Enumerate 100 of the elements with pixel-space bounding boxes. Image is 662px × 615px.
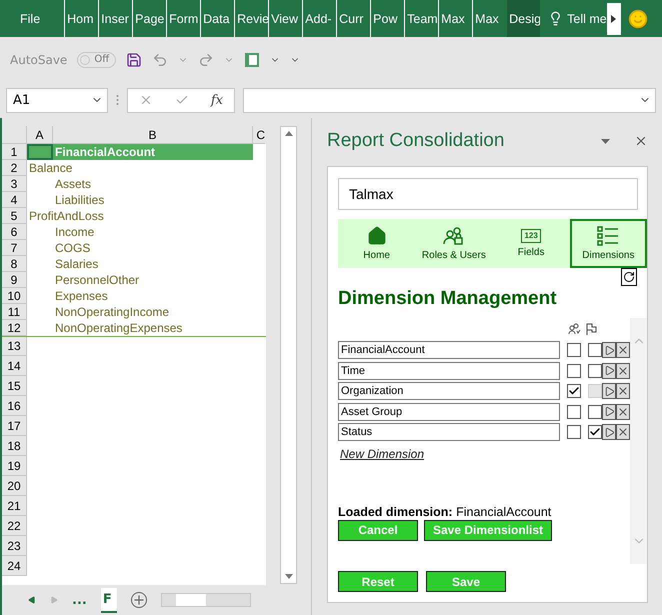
users-checkbox[interactable] xyxy=(567,404,581,419)
delete-button[interactable] xyxy=(616,424,630,440)
table-cell-text: ProfitAndLoss xyxy=(28,208,105,224)
new-dimension-link[interactable]: New Dimension xyxy=(340,446,424,460)
ribbon-tab[interactable]: Form xyxy=(166,0,200,37)
row-header[interactable]: 6 xyxy=(2,224,27,240)
dimension-name-field[interactable]: Organization xyxy=(338,382,560,400)
pane-title: Report Consolidation xyxy=(327,130,506,152)
ribbon-tab[interactable]: Team xyxy=(404,0,438,37)
ribbon-tab[interactable]: View xyxy=(268,0,302,37)
users-checkbox[interactable] xyxy=(567,364,581,378)
list-icon xyxy=(597,226,620,246)
row-header[interactable]: 19 xyxy=(2,456,27,476)
row-header[interactable]: 1 xyxy=(2,144,27,160)
caret-icon[interactable] xyxy=(601,138,610,144)
row-header[interactable]: 24 xyxy=(2,556,27,576)
column-header[interactable]: C xyxy=(253,126,265,144)
ribbon-tab[interactable]: Hom xyxy=(64,0,98,37)
row-header[interactable]: 8 xyxy=(2,256,27,272)
tenant-field[interactable]: Talmax xyxy=(338,178,638,210)
sheet-tab[interactable]: F xyxy=(100,588,117,612)
play-button[interactable] xyxy=(602,383,616,400)
close-icon xyxy=(617,364,629,377)
users-checkbox[interactable] xyxy=(567,425,581,440)
row-header[interactable]: 7 xyxy=(2,240,27,256)
close-icon[interactable] xyxy=(634,134,648,148)
play-button[interactable] xyxy=(602,342,616,358)
delete-button[interactable] xyxy=(616,404,630,420)
row-header[interactable]: 17 xyxy=(2,416,27,436)
section-heading: Dimension Management xyxy=(338,288,558,310)
row-header[interactable]: 2 xyxy=(2,160,27,176)
table-cell: FinancialAccount xyxy=(53,144,253,160)
book-icon[interactable] xyxy=(244,52,260,68)
tell-me-search[interactable]: Tell me xyxy=(567,12,607,26)
row-header[interactable]: 5 xyxy=(2,208,27,224)
delete-button[interactable] xyxy=(616,342,630,358)
play-icon xyxy=(604,386,614,397)
nav-tab[interactable]: Home xyxy=(338,219,416,268)
nav-tab[interactable]: Dimensions xyxy=(570,219,647,268)
previous-sheet-icon[interactable] xyxy=(28,596,36,604)
dimension-name-field[interactable]: Asset Group xyxy=(338,402,560,421)
row-header[interactable]: 9 xyxy=(2,272,27,288)
row-header[interactable]: 20 xyxy=(2,476,27,496)
flag-checkbox[interactable] xyxy=(588,404,602,419)
flag-checkbox[interactable] xyxy=(588,364,602,378)
row-header[interactable]: 12 xyxy=(2,320,27,336)
row-header[interactable]: 16 xyxy=(2,396,27,416)
ribbon-tab[interactable]: Inser xyxy=(98,0,132,37)
row-header[interactable]: 14 xyxy=(2,356,27,376)
formula-field[interactable] xyxy=(243,88,656,112)
delete-button[interactable] xyxy=(616,362,630,379)
add-sheet-icon[interactable] xyxy=(130,592,147,608)
row-header[interactable]: 3 xyxy=(2,176,27,192)
ribbon-tab[interactable]: Curr xyxy=(336,0,370,37)
close-icon xyxy=(617,385,629,398)
table-cell-text: Salaries xyxy=(54,256,100,272)
flag-checkbox[interactable] xyxy=(588,425,602,440)
users-checkbox[interactable] xyxy=(567,343,581,358)
horizontal-scrollbar[interactable] xyxy=(160,593,251,607)
ribbon-tab[interactable]: Page xyxy=(132,0,166,37)
row-header[interactable]: 18 xyxy=(2,436,27,456)
vertical-scrollbar[interactable] xyxy=(280,126,297,584)
row-header[interactable]: 10 xyxy=(2,288,27,304)
dimension-name-field[interactable]: Status xyxy=(338,423,560,442)
ribbon-tab[interactable]: Desig xyxy=(506,0,540,37)
row-header[interactable]: 22 xyxy=(2,516,27,536)
name-box[interactable]: A1 xyxy=(6,88,108,112)
ribbon-tab[interactable]: Pow xyxy=(370,0,404,37)
scroll-up-icon[interactable] xyxy=(284,131,292,136)
ribbon-tab[interactable]: Max xyxy=(438,0,472,37)
dimension-name-field[interactable]: Time xyxy=(338,362,560,380)
more-tabs-icon[interactable] xyxy=(611,14,616,22)
row-header[interactable]: 11 xyxy=(2,304,27,320)
users-checkbox[interactable] xyxy=(567,384,581,398)
play-button[interactable] xyxy=(602,362,616,379)
row-header[interactable]: 21 xyxy=(2,496,27,516)
flag-checkbox[interactable] xyxy=(588,343,602,358)
more-sheets-button[interactable]: ... xyxy=(72,592,87,608)
delete-button[interactable] xyxy=(616,383,630,400)
dimension-name-field[interactable]: FinancialAccount xyxy=(338,341,560,360)
selected-cell[interactable] xyxy=(27,144,53,160)
row-header[interactable]: 15 xyxy=(2,376,27,396)
insert-function-button[interactable]: fx xyxy=(210,92,223,108)
scroll-down-icon[interactable] xyxy=(284,574,292,579)
table-cell-text: Expenses xyxy=(54,288,109,304)
nav-tab[interactable]: Roles & Users xyxy=(415,219,492,268)
ribbon-tab[interactable]: Data xyxy=(200,0,234,37)
play-button[interactable] xyxy=(602,424,616,440)
table-cell-text: Assets xyxy=(54,176,92,192)
ribbon-tab[interactable]: Add- xyxy=(302,0,336,37)
refresh-button[interactable] xyxy=(621,268,637,286)
save-icon[interactable] xyxy=(126,52,142,68)
nav-tab[interactable]: 123 Fields xyxy=(492,219,570,268)
table-cell-text: NonOperatingIncome xyxy=(54,304,170,320)
row-header[interactable]: 4 xyxy=(2,192,27,208)
row-header[interactable]: 13 xyxy=(2,337,27,356)
file-tab[interactable]: File xyxy=(0,12,64,26)
smiley-icon[interactable] xyxy=(628,8,648,28)
row-header[interactable]: 23 xyxy=(2,536,27,556)
play-button[interactable] xyxy=(602,404,616,420)
